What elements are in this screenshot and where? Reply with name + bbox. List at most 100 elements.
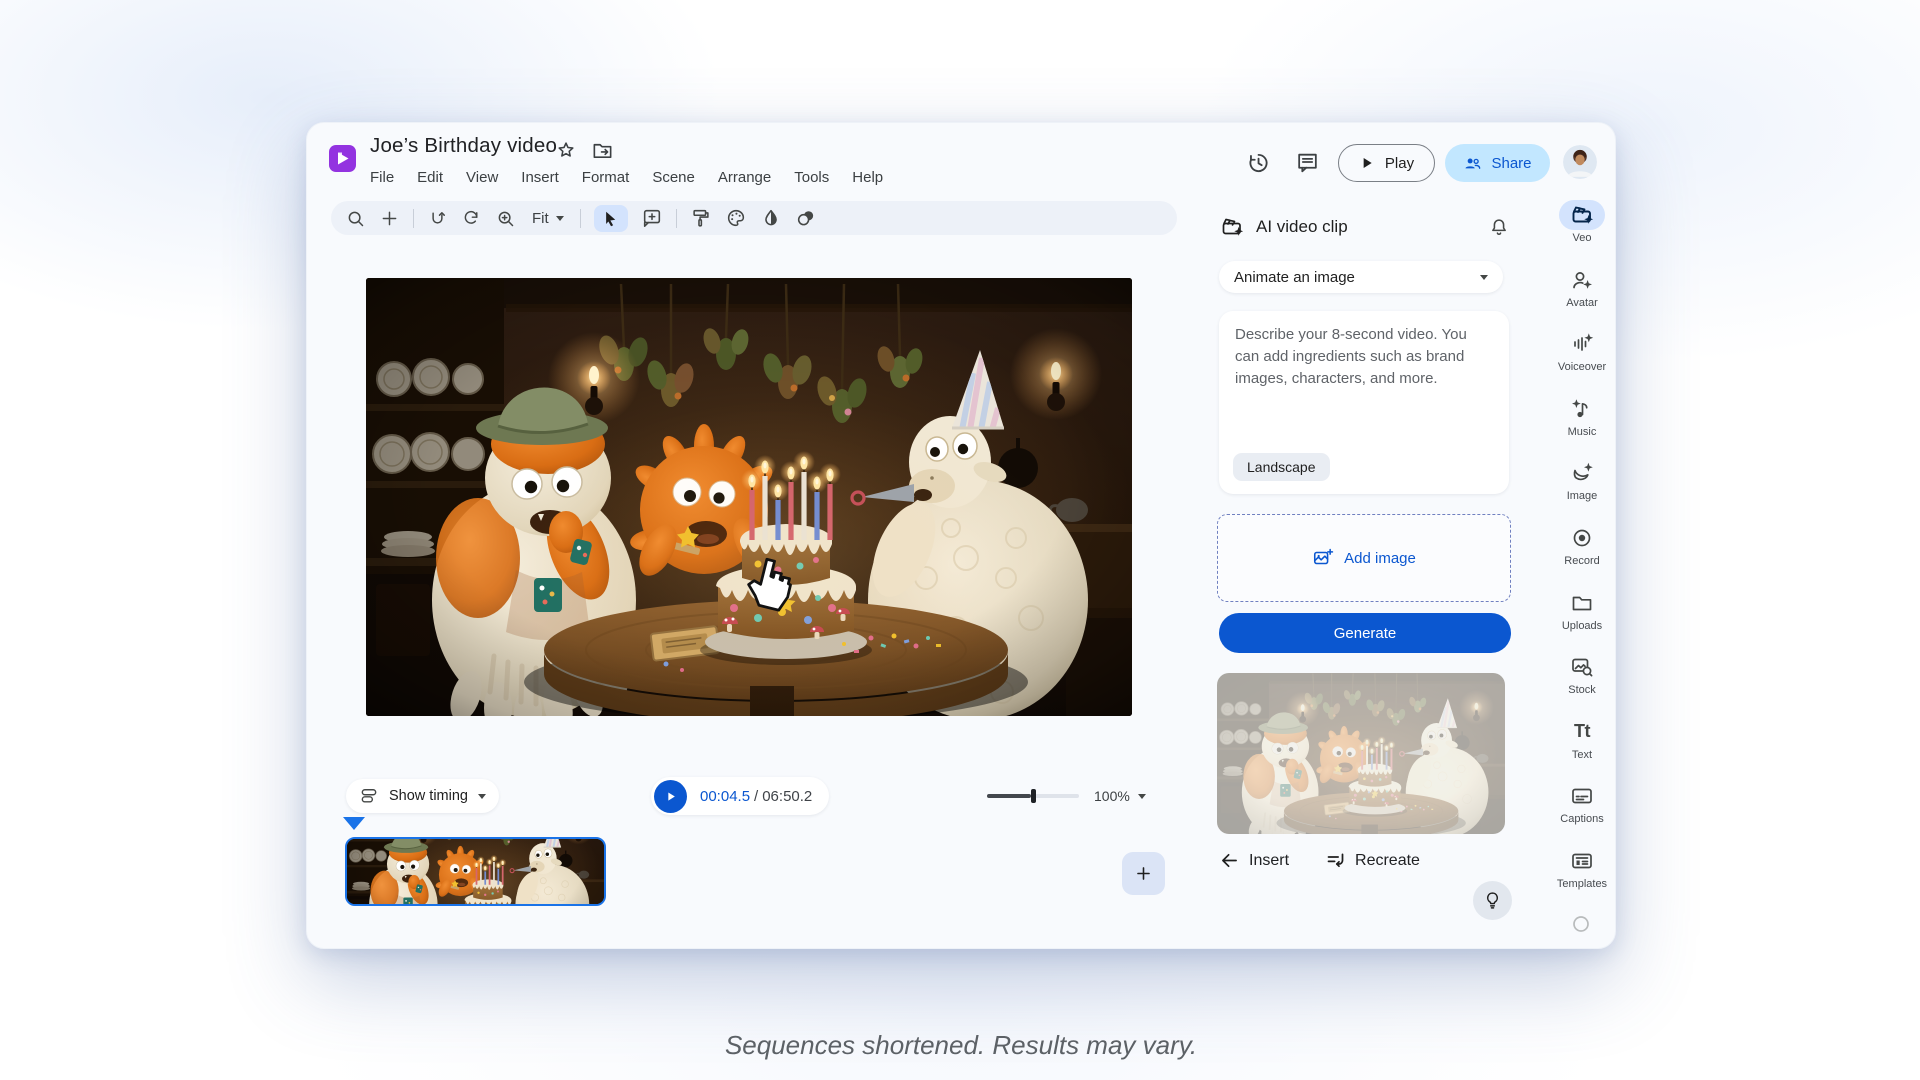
insert-label: Insert [1249,852,1289,870]
timeline-playhead[interactable] [343,817,365,830]
add-scene-button[interactable] [1122,852,1165,895]
menu-scene[interactable]: Scene [651,169,696,186]
rail-item-templates[interactable]: Templates [1547,843,1617,908]
timeline-play-button[interactable] [654,780,687,813]
comments-button[interactable] [1295,150,1320,175]
search-tools-button[interactable] [345,208,366,229]
vids-logo-icon[interactable] [329,145,356,172]
add-image-label: Add image [1344,550,1416,567]
play-icon [1359,155,1375,171]
video-frame [366,278,1132,716]
move-folder-button[interactable] [591,139,614,162]
veo-clapper-icon [1570,203,1594,227]
fit-zoom-select[interactable]: Fit [529,210,567,227]
lightbulb-icon [1482,890,1503,911]
insert-button[interactable]: Insert [1219,850,1289,871]
zoom-in-button[interactable] [495,208,516,229]
zoom-level-select[interactable]: 100% [1094,788,1146,804]
menu-insert[interactable]: Insert [520,169,560,186]
rail-label: Uploads [1562,620,1602,632]
panel-header: AI video clip [1220,215,1510,239]
zoom-slider[interactable] [987,789,1079,803]
rail-item-stock[interactable]: Stock [1547,649,1617,714]
paint-format-button[interactable] [690,207,712,229]
aspect-ratio-chip[interactable]: Landscape [1233,453,1330,481]
transparency-button[interactable] [795,207,817,229]
total-time: 06:50.2 [762,788,812,805]
menu-edit[interactable]: Edit [416,169,444,186]
menu-view[interactable]: View [465,169,499,186]
rail-item-image[interactable]: Image [1547,455,1617,520]
plus-icon [1134,864,1153,883]
select-tool-button[interactable] [594,205,628,232]
video-canvas[interactable] [366,278,1132,716]
notifications-button[interactable] [1488,216,1510,238]
folder-icon [1570,591,1594,615]
mode-select[interactable]: Animate an image [1219,261,1503,293]
folder-move-icon [591,139,614,162]
generate-button[interactable]: Generate [1219,613,1511,653]
rail-item-uploads[interactable]: Uploads [1547,585,1617,650]
recreate-button[interactable]: Recreate [1325,850,1420,871]
rail-label: Veo [1573,232,1592,244]
fit-label: Fit [532,210,549,227]
menu-file[interactable]: File [369,169,395,186]
play-icon [664,790,677,803]
rail-item-voiceover[interactable]: Voiceover [1547,326,1617,391]
star-button[interactable] [555,139,577,161]
rail-item-avatar[interactable]: Avatar [1547,262,1617,327]
transport-controls: 00:04.5/06:50.2 [651,777,829,815]
paint-roller-icon [690,207,712,229]
plus-icon [379,208,400,229]
scene-clip-thumbnail[interactable] [345,837,606,906]
rail-item-veo[interactable]: Veo [1547,197,1617,262]
rail-item-music[interactable]: Music [1547,391,1617,456]
menu-tools[interactable]: Tools [793,169,830,186]
recreate-label: Recreate [1355,852,1420,870]
menu-bar: File Edit View Insert Format Scene Arran… [369,164,884,190]
show-timing-select[interactable]: Show timing [346,779,499,813]
version-history-button[interactable] [1245,150,1271,176]
add-image-dropzone[interactable]: Add image [1217,514,1511,602]
arrow-left-icon [1219,850,1240,871]
chevron-down-icon [478,794,486,799]
chevron-down-icon [556,216,564,221]
current-time: 00:04.5 [700,788,750,805]
menu-arrange[interactable]: Arrange [717,169,772,186]
time-display: 00:04.5/06:50.2 [700,788,812,805]
history-icon [1245,150,1271,176]
time-separator: / [754,788,758,805]
captions-icon [1570,784,1594,808]
ai-clip-icon [1220,215,1244,239]
recreate-icon [1325,850,1346,871]
image-banana-icon [1570,461,1594,485]
templates-icon [1570,849,1594,873]
rail-label: Avatar [1566,297,1598,309]
play-preview-button[interactable]: Play [1338,144,1435,182]
people-icon [1463,154,1482,173]
tips-button[interactable] [1473,881,1512,920]
redo-button[interactable] [461,208,482,229]
share-button[interactable]: Share [1445,144,1550,182]
add-comment-button[interactable] [641,207,663,229]
palette-icon [725,207,747,229]
account-avatar[interactable] [1563,145,1597,179]
menu-help[interactable]: Help [851,169,884,186]
preview-actions: Insert Recreate [1219,850,1420,871]
slider-track [1035,794,1079,798]
menu-format[interactable]: Format [581,169,631,186]
undo-button[interactable] [427,208,448,229]
add-button[interactable] [379,208,400,229]
generated-preview-thumbnail[interactable] [1217,673,1505,834]
document-title[interactable]: Joe’s Birthday video [370,134,557,158]
rail-item-captions[interactable]: Captions [1547,778,1617,843]
slider-thumb[interactable] [1031,789,1036,803]
rail-item-text[interactable]: Tt Text [1547,714,1617,779]
background-button[interactable] [760,207,782,229]
preview-frame [1217,673,1505,834]
rail-item-record[interactable]: Record [1547,520,1617,585]
theme-colors-button[interactable] [725,207,747,229]
redo-icon [461,208,482,229]
search-icon [345,208,366,229]
rail-label: Voiceover [1558,361,1606,373]
